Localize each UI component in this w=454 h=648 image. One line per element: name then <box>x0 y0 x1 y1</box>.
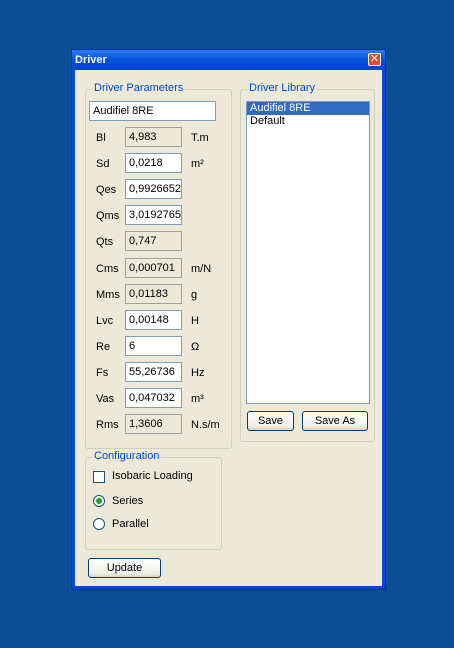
isobaric-loading-checkbox[interactable] <box>93 471 105 483</box>
driver-name-field[interactable]: Audifiel 8RE <box>89 101 216 121</box>
param-value-field[interactable]: 3,0192765 <box>125 205 182 225</box>
param-unit: m² <box>191 158 204 170</box>
configuration-title: Configuration <box>92 450 162 462</box>
param-label: Lvc <box>96 315 114 327</box>
param-value-field: 0,000701 <box>125 258 182 278</box>
param-value-field[interactable]: 0,00148 <box>125 310 182 330</box>
param-value-field: 4,983 <box>125 127 182 147</box>
param-label: Qes <box>96 184 117 196</box>
update-button[interactable]: Update <box>88 558 161 578</box>
param-unit: Hz <box>191 367 205 379</box>
param-value-field[interactable]: 0,0218 <box>125 153 182 173</box>
param-label: Fs <box>96 367 109 379</box>
param-label: Qms <box>96 210 120 222</box>
param-value-field[interactable]: 6 <box>125 336 182 356</box>
save-button[interactable]: Save <box>247 411 294 431</box>
param-unit: m³ <box>191 393 204 405</box>
param-label: Vas <box>96 393 115 405</box>
close-button[interactable]: ✕ <box>368 52 381 66</box>
title-bar[interactable]: Driver ✕ <box>72 50 385 70</box>
param-value-field[interactable]: 0,047032 <box>125 388 182 408</box>
param-unit: T.m <box>191 132 209 144</box>
parallel-label: Parallel <box>112 518 149 530</box>
param-label: Re <box>96 341 111 353</box>
param-label: Cms <box>96 263 119 275</box>
close-icon: ✕ <box>369 52 380 65</box>
param-label: Qts <box>96 236 114 248</box>
param-unit: g <box>191 289 198 301</box>
driver-parameters-title: Driver Parameters <box>92 82 186 94</box>
param-value-field: 1,3606 <box>125 414 182 434</box>
library-list-item[interactable]: Default <box>247 115 369 128</box>
driver-library-list[interactable]: Audifiel 8RE Default <box>246 101 370 404</box>
radio-selected-dot <box>96 498 102 504</box>
param-label: Bl <box>96 132 106 144</box>
param-label: Sd <box>96 158 110 170</box>
param-value-field[interactable]: 55,26736 <box>125 362 182 382</box>
driver-library-title: Driver Library <box>247 82 318 94</box>
isobaric-loading-label: Isobaric Loading <box>112 470 193 482</box>
window-client-area: Driver Parameters Audifiel 8RE Bl 4,983 T.… <box>75 70 382 586</box>
save-as-button[interactable]: Save As <box>302 411 368 431</box>
window-title: Driver <box>75 54 107 66</box>
param-unit: N.s/m <box>191 419 220 431</box>
series-radio[interactable] <box>93 495 105 507</box>
param-value-field: 0,01183 <box>125 284 182 304</box>
param-value-field: 0,747 <box>125 231 182 251</box>
series-label: Series <box>112 495 144 507</box>
param-value-field[interactable]: 0,9926652 <box>125 179 182 199</box>
param-unit: Ω <box>191 341 200 353</box>
library-list-item[interactable]: Audifiel 8RE <box>247 102 369 115</box>
parallel-radio[interactable] <box>93 518 105 530</box>
param-label: Rms <box>96 419 119 431</box>
param-unit: m/N <box>191 263 212 275</box>
param-label: Mms <box>96 289 120 301</box>
driver-window: Driver ✕ Driver Parameters Audifiel 8RE … <box>71 49 386 590</box>
param-unit: H <box>191 315 199 327</box>
